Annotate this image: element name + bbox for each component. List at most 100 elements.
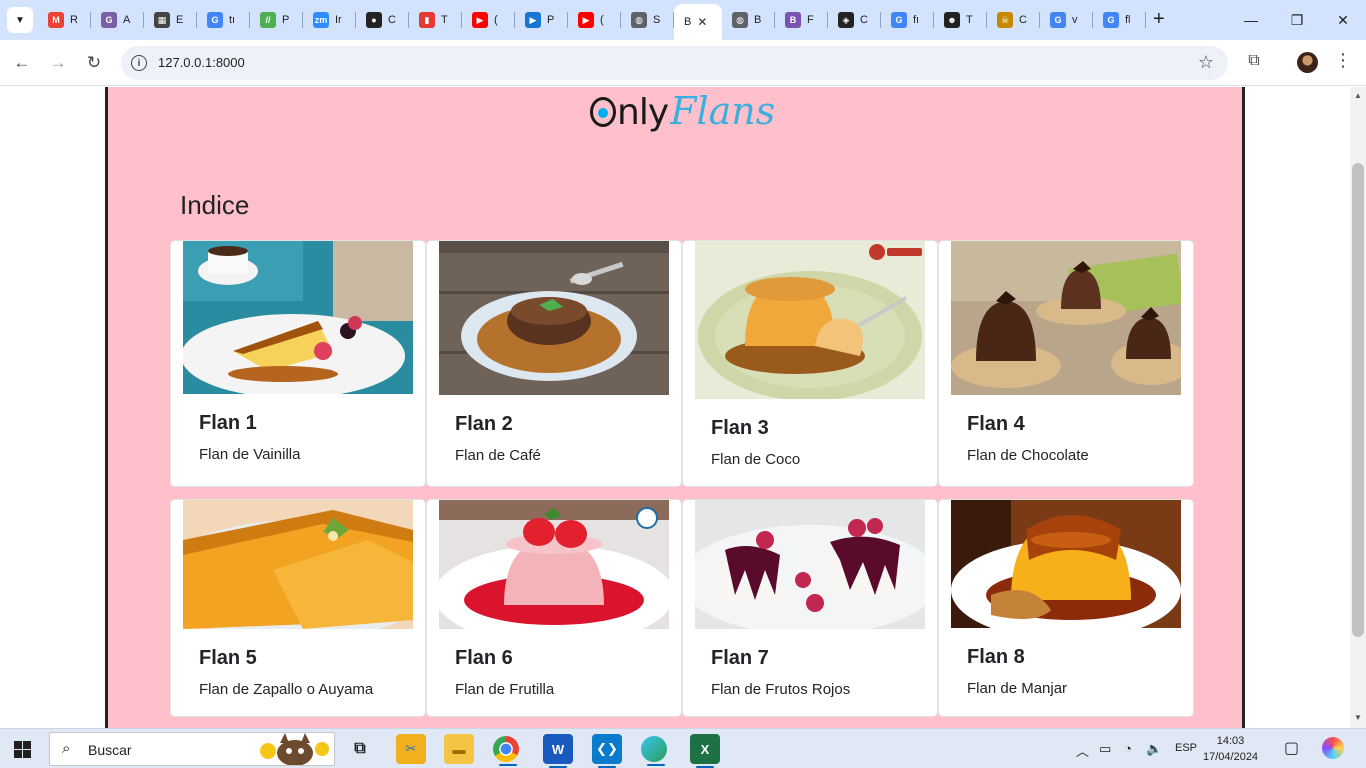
- close-window-button[interactable]: ✕: [1320, 0, 1366, 40]
- card-title: Flan 1: [199, 412, 257, 434]
- browser-tab[interactable]: zm Ir: [303, 0, 356, 40]
- page-scrollbar[interactable]: ▲ ▼: [1350, 87, 1366, 728]
- new-tab-button[interactable]: +: [1153, 9, 1165, 29]
- tab-title: Ir: [335, 14, 342, 26]
- tab-title: R: [70, 14, 78, 26]
- clock-time: 14:03: [1216, 735, 1245, 747]
- tab-title: (: [600, 14, 604, 26]
- notification-icon[interactable]: ▢: [1284, 738, 1299, 758]
- play-icon: ▶: [525, 12, 541, 28]
- copilot-icon[interactable]: [1322, 737, 1344, 759]
- flan-card-7[interactable]: Flan 7 Flan de Frutos Rojos: [682, 499, 938, 717]
- browser-tab[interactable]: MR: [38, 0, 91, 40]
- flan-card-5[interactable]: Flan 5 Flan de Zapallo o Auyama: [170, 499, 426, 717]
- browser-tab[interactable]: ▶ P: [515, 0, 568, 40]
- profile-avatar[interactable]: [1297, 52, 1318, 73]
- browser-tab[interactable]: Gfl: [1093, 0, 1146, 40]
- snipping-tool-icon[interactable]: ✂: [396, 734, 426, 764]
- codepen-icon: ◈: [838, 12, 854, 28]
- browser-tab[interactable]: ☠ C: [987, 0, 1040, 40]
- browser-tab[interactable]: ☻ T: [934, 0, 987, 40]
- task-view-icon[interactable]: ⧉: [345, 734, 375, 764]
- tab-title: C: [860, 14, 868, 26]
- onlyflans-logo[interactable]: nly Flans: [590, 89, 775, 133]
- browser-tab[interactable]: GA: [91, 0, 144, 40]
- extensions-icon[interactable]: ⧉: [1243, 50, 1265, 72]
- scroll-thumb[interactable]: [1352, 163, 1364, 637]
- browser-tab[interactable]: Gfı: [881, 0, 934, 40]
- flan-card-4[interactable]: Flan 4 Flan de Chocolate: [938, 240, 1194, 487]
- flan-card-8[interactable]: Flan 8 Flan de Manjar: [938, 499, 1194, 717]
- card-title: Flan 3: [711, 417, 769, 439]
- app-icon: G: [101, 12, 117, 28]
- tab-close-icon[interactable]: ✕: [697, 15, 707, 29]
- vscode-icon[interactable]: ❮❯: [592, 734, 622, 768]
- tab-title: fl: [1125, 14, 1131, 26]
- taskbar-search[interactable]: ⌕ Buscar: [49, 732, 335, 766]
- tray-overflow-chevron-icon[interactable]: ︿: [1076, 741, 1089, 760]
- flan-manjar-image: [951, 500, 1181, 628]
- tab-title: T: [441, 14, 448, 26]
- browser-tab[interactable]: ◈ C: [828, 0, 881, 40]
- google-icon: G: [1103, 12, 1119, 28]
- volume-icon[interactable]: 🔈: [1146, 741, 1162, 757]
- page-viewport: nly Flans Indice Flan 1 Flan de Vainilla…: [0, 87, 1350, 728]
- wifi-icon[interactable]: ◔: [1124, 741, 1132, 756]
- browser-tab[interactable]: ▶(: [568, 0, 621, 40]
- tab-title: B: [684, 16, 692, 28]
- search-highlight-illustration-icon: [260, 733, 329, 765]
- tab-title: S: [653, 14, 661, 26]
- edge-icon[interactable]: [641, 736, 667, 766]
- chatbot-icon: ☻: [944, 12, 960, 28]
- excel-icon[interactable]: X: [690, 734, 720, 768]
- scroll-down-arrow-icon[interactable]: ▼: [1354, 713, 1362, 722]
- browser-tab[interactable]: B ✕: [674, 4, 722, 40]
- google-icon: G: [891, 12, 907, 28]
- url-text[interactable]: 127.0.0.1:8000: [158, 55, 245, 70]
- restore-button[interactable]: ❐: [1274, 0, 1320, 40]
- browser-menu-icon[interactable]: ⋮: [1334, 50, 1352, 71]
- site-info-icon[interactable]: i: [131, 55, 147, 71]
- browser-tab[interactable]: ▶(: [462, 0, 515, 40]
- card-text: Flan de Manjar: [967, 680, 1068, 697]
- browser-tab[interactable]: // P: [250, 0, 303, 40]
- system-clock[interactable]: 14:03 17/04/2024: [1203, 733, 1258, 765]
- tab-title: C: [388, 14, 396, 26]
- browser-tab[interactable]: ◍ S: [621, 0, 674, 40]
- language-indicator[interactable]: ESP: [1175, 742, 1197, 754]
- file-explorer-icon[interactable]: ▬: [444, 734, 474, 764]
- browser-tab[interactable]: ◍ B: [722, 0, 775, 40]
- flan-card-6[interactable]: Flan 6 Flan de Frutilla: [426, 499, 682, 717]
- browser-tab[interactable]: Gv: [1040, 0, 1093, 40]
- address-bar[interactable]: i 127.0.0.1:8000 ☆: [121, 46, 1228, 80]
- browser-tab[interactable]: ● C: [356, 0, 409, 40]
- tab-search-button[interactable]: ▼: [7, 7, 33, 33]
- reload-button[interactable]: ↻: [82, 51, 106, 75]
- flan-card-1[interactable]: Flan 1 Flan de Vainilla: [170, 240, 426, 487]
- tab-title: (: [494, 14, 498, 26]
- card-text: Flan de Frutos Rojos: [711, 681, 851, 698]
- scroll-up-arrow-icon[interactable]: ▲: [1354, 91, 1362, 100]
- chrome-icon[interactable]: [493, 736, 519, 766]
- globe-icon: ◍: [732, 12, 748, 28]
- browser-tab[interactable]: BF: [775, 0, 828, 40]
- word-icon[interactable]: W: [543, 734, 573, 768]
- clock-date: 17/04/2024: [1203, 751, 1259, 763]
- tab-title: v: [1072, 14, 1078, 26]
- bookmark-star-icon[interactable]: ☆: [1198, 52, 1214, 73]
- card-text: Flan de Frutilla: [455, 681, 555, 698]
- battery-icon[interactable]: ▭: [1099, 741, 1111, 757]
- browser-tab[interactable]: ▮ T: [409, 0, 462, 40]
- start-button[interactable]: [14, 741, 31, 758]
- tab-strip: ▼ M R G A ▦ E Gtı//Pzm Ir ● C ▮ T ▶(▶ P ▶(◍ S B ✕ ◍ B B F ◈ C Gf…: [0, 0, 1366, 40]
- browser-tab[interactable]: ▦ E: [144, 0, 197, 40]
- flan-card-2[interactable]: Flan 2 Flan de Café: [426, 240, 682, 487]
- gmail-icon: M: [48, 12, 64, 28]
- tab-title: P: [547, 14, 555, 26]
- forward-button[interactable]: →: [46, 51, 70, 75]
- browser-tab[interactable]: Gtı: [197, 0, 250, 40]
- flan-card-3[interactable]: Flan 3 Flan de Coco: [682, 240, 938, 487]
- minimize-button[interactable]: —: [1228, 0, 1274, 40]
- back-button[interactable]: ←: [10, 51, 34, 75]
- bootstrap-icon: B: [785, 12, 801, 28]
